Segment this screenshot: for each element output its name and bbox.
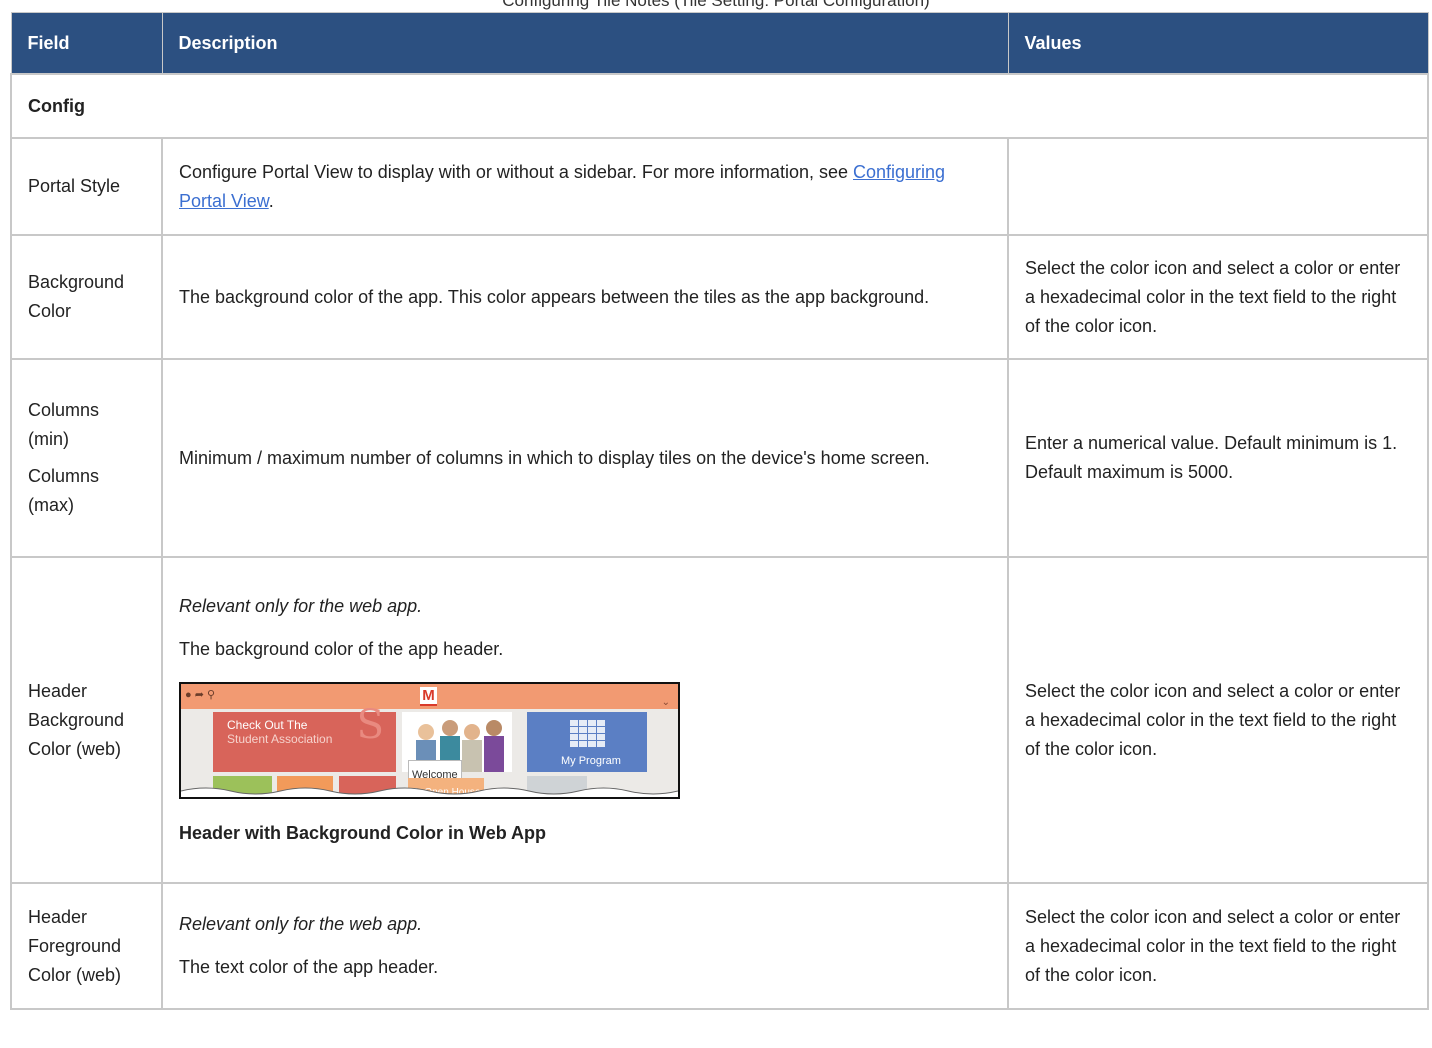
section-row: Config [10,73,1429,139]
field-cell: Header Foreground Color (web) [10,882,163,1010]
field-cell: Header Background Color (web) [10,556,163,884]
tile-label: My Program [561,755,621,767]
web-only-note: Relevant only for the web app. [179,914,423,934]
table-row: Header Foreground Color (web) Relevant o… [10,882,1429,1010]
calendar-icon [569,719,605,747]
values-cell: Enter a numerical value. Default minimum… [1007,358,1429,558]
header-field: Field [10,12,163,75]
description-cell: Configure Portal View to display with or… [161,137,1009,236]
description-cell: Relevant only for the web app. The backg… [161,556,1009,884]
description-text: Configure Portal View to display with or… [179,161,853,182]
field-cell: Background Color [10,234,163,360]
field-cell: Portal Style [10,137,163,236]
table-header-row: Field Description Values [10,12,1429,75]
section-title: Config [10,73,1429,139]
values-cell: Select the color icon and select a color… [1007,882,1429,1010]
table-row: Background Color The background color of… [10,234,1429,360]
field-cell: Columns (min) Columns (max) [10,358,163,558]
description-text: The background color of the app header. [179,639,504,659]
torn-edge [181,787,678,797]
tile-my-program: My Program [527,712,647,772]
field-columns-min: Columns (min) [28,400,100,449]
app-logo: M [420,687,437,706]
description-end: . [268,190,274,211]
table-row: Header Background Color (web) Relevant o… [10,556,1429,884]
figure-caption: Header with Background Color in Web App [179,823,547,843]
values-cell: Select the color icon and select a color… [1007,556,1429,884]
web-only-note: Relevant only for the web app. [179,596,423,616]
description-cell: Minimum / maximum number of columns in w… [161,358,1009,558]
table-row: Columns (min) Columns (max) Minimum / ma… [10,358,1429,558]
header-tools-icons: ● ➦ ⚲ [185,689,216,701]
config-table: Field Description Values Config Portal S… [10,12,1429,1010]
table-caption: Configuring Tile Notes (Tile Setting: Po… [502,0,930,10]
field-columns-max: Columns (max) [28,466,100,515]
tile-student-association: Check Out The Student Association S [213,702,396,772]
table-row: Portal Style Configure Portal View to di… [10,137,1429,236]
values-cell [1007,137,1429,236]
description-cell: Relevant only for the web app. The text … [161,882,1009,1010]
web-app-header-screenshot: ● ➦ ⚲ M ⌄ Check Out The Student Associat… [179,682,680,799]
header-values: Values [1007,12,1429,75]
values-cell: Select the color icon and select a color… [1007,234,1429,360]
sa-logo-icon: S [356,702,384,748]
description-text: The text color of the app header. [179,957,439,977]
header-description: Description [161,12,1009,75]
description-cell: The background color of the app. This co… [161,234,1009,360]
chevron-down-icon: ⌄ [661,697,670,708]
